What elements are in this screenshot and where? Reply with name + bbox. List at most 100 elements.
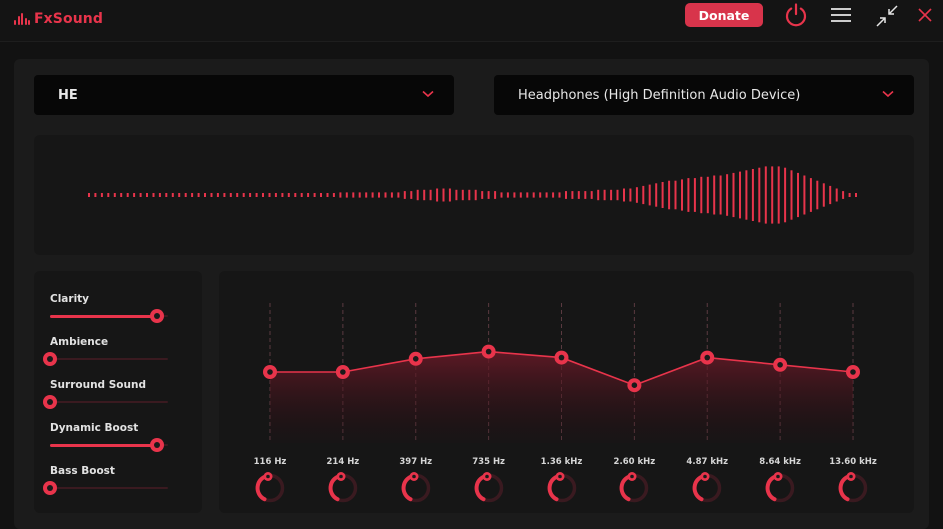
spectrum-bar [184,193,187,197]
effect-label: Surround Sound [50,379,146,391]
spectrum-bar [674,180,677,210]
spectrum-bar [352,192,355,198]
effect-bass-boost: Bass Boost [43,465,170,495]
effect-surround-sound: Surround Sound [43,379,170,409]
spectrum-bar [262,193,264,197]
spectrum-bar [797,172,799,218]
spectrum-bar [784,167,787,223]
eq-band-handle[interactable] [263,365,277,379]
spectrum-bar [371,192,374,198]
spectrum-bar [719,175,722,215]
preset-selected: HE [58,87,78,103]
slider-thumb[interactable] [150,438,164,452]
eq-frequency-label: 13.60 kHz [829,457,877,467]
spectrum-bar [113,193,116,197]
eq-band-handle[interactable] [408,351,423,366]
spectrum-bar [681,179,683,211]
eq-band-handle[interactable] [627,378,642,393]
spectrum-bar [204,193,206,197]
minimize-arrows-icon[interactable] [874,3,900,29]
eq-band-handle[interactable] [700,350,715,365]
eq-band-knob[interactable] [473,472,505,504]
effect-slider[interactable] [43,395,168,409]
effect-label: Ambience [50,336,109,348]
app-logo: FxSound [14,11,103,27]
spectrum-bar [474,189,477,201]
power-icon[interactable] [782,1,810,29]
spectrum-bar [713,175,716,215]
spectrum-bar [378,192,380,198]
spectrum-bar [429,189,432,201]
eq-band-knob[interactable] [546,472,578,504]
eq-curve-fill [270,351,853,443]
eq-frequency-label: 1.36 kHz [540,457,583,467]
output-device-dropdown[interactable]: Headphones (High Definition Audio Device… [494,75,914,115]
spectrum-bar [816,180,819,210]
equalizer-panel: 116 Hz 214 Hz 397 Hz 735 Hz 1.36 kHz 2.60 kHz… [219,271,914,513]
spectrum-bar [287,193,290,197]
close-icon[interactable] [914,4,936,26]
spectrum-bar [635,187,638,203]
slider-thumb[interactable] [150,309,164,323]
eq-band-handle[interactable] [335,365,350,379]
spectrum-bar [320,193,322,197]
logo-bars-icon [14,13,30,25]
spectrum-bar [390,192,393,198]
spectrum-bar [526,192,529,198]
slider-fill [50,314,157,318]
eq-band-handle[interactable] [481,344,496,359]
eq-band-knob[interactable] [764,472,796,504]
eq-band-knob[interactable] [327,472,359,504]
spectrum-bar [107,193,110,197]
effect-slider[interactable] [50,438,168,452]
eq-band-knob[interactable] [618,472,650,504]
effect-label: Dynamic Boost [50,422,139,434]
spectrum-bar [532,192,535,198]
slider-fill [50,443,157,447]
eq-band-handle[interactable] [846,365,860,379]
chevron-down-icon [882,90,894,98]
chevron-down-icon [422,90,434,98]
spectrum-bar [855,193,857,197]
spectrum-bar [88,193,90,197]
spectrum-bar [584,191,587,199]
menu-icon[interactable] [829,5,853,25]
spectrum-bar [461,189,464,201]
effect-slider[interactable] [43,352,168,366]
effect-slider[interactable] [50,309,168,323]
eq-band-knob[interactable] [837,472,869,504]
spectrum-bar [197,193,200,197]
spectrum-bar [216,193,219,197]
spectrum-bar [423,189,426,201]
eq-band-knob[interactable] [400,472,432,504]
eq-band-handle[interactable] [773,357,788,372]
spectrum-bar [790,170,793,220]
spectrum-bar [242,193,245,197]
spectrum-bar [539,192,542,198]
eq-band-handle[interactable] [554,350,569,365]
spectrum-bar [410,191,413,199]
spectrum-bar [726,174,729,216]
spectrum-bar [545,192,548,198]
preset-dropdown[interactable]: HE [34,75,454,115]
slider-thumb[interactable] [43,395,57,409]
effect-slider[interactable] [43,481,168,495]
eq-frequency-label: 2.60 kHz [613,457,656,467]
eq-frequency-label: 116 Hz [253,457,287,467]
spectrum-bar [822,183,825,207]
effect-clarity: Clarity [50,293,170,323]
spectrum-bar [133,193,136,197]
slider-thumb[interactable] [43,481,57,495]
spectrum-bar [803,175,806,215]
spectrum-bar [648,184,651,206]
spectrum-bar [552,192,555,198]
slider-thumb[interactable] [43,352,57,366]
title-bar: FxSound Donate [0,0,943,42]
spectrum-bar [249,193,252,197]
donate-button[interactable]: Donate [685,3,763,27]
spectrum-bar [274,193,277,197]
eq-band-knob[interactable] [254,472,286,504]
spectrum-bar [268,193,271,197]
eq-band-knob[interactable] [691,472,723,504]
spectrum-bar [668,180,671,210]
